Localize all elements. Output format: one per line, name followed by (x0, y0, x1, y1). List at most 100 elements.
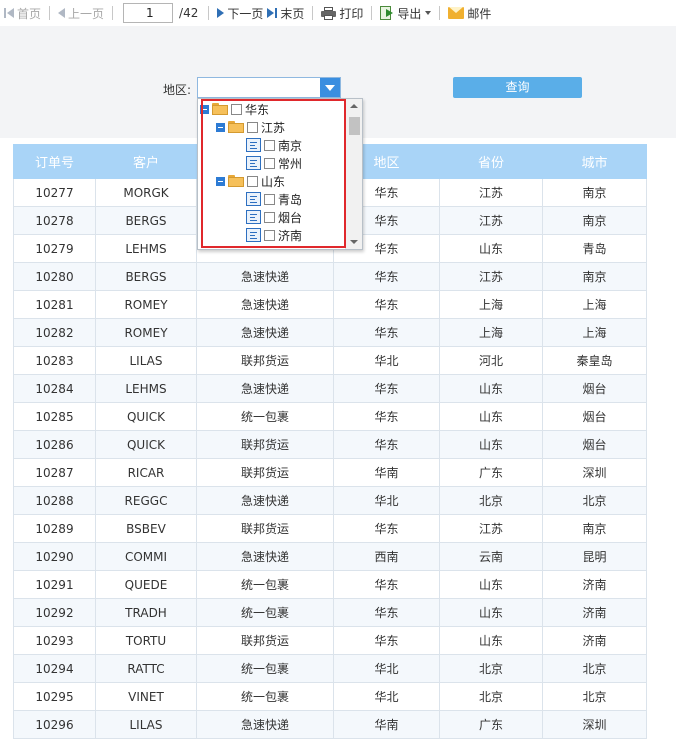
cell-province: 山东 (439, 626, 543, 655)
print-label: 打印 (339, 6, 364, 21)
cell-province: 山东 (439, 374, 543, 403)
cell-province: 广东 (439, 710, 543, 739)
cell-customer: LEHMS (95, 234, 197, 263)
tree-node[interactable]: 青岛 (246, 190, 302, 208)
node-checkbox[interactable] (264, 157, 275, 169)
region-dropdown-button[interactable] (320, 78, 340, 97)
scrollbar-thumb[interactable] (349, 117, 360, 135)
export-button[interactable]: 导出 (378, 2, 433, 24)
cell-order-id: 10278 (13, 206, 96, 235)
first-page-icon (4, 8, 14, 18)
collapse-icon[interactable] (216, 176, 225, 186)
scroll-down-icon[interactable] (350, 240, 358, 244)
cell-province: 江苏 (439, 262, 543, 291)
cell-city: 秦皇岛 (542, 346, 647, 375)
cell-customer: BERGS (95, 262, 197, 291)
tree-node[interactable]: 烟台 (246, 208, 302, 226)
cell-region: 华东 (333, 290, 440, 319)
print-button[interactable]: 打印 (319, 2, 365, 24)
table-row: 10293 TORTU 联邦货运 华东 山东 济南 (13, 626, 647, 655)
tree-scrollbar[interactable] (345, 99, 362, 249)
cell-city: 青岛 (542, 234, 647, 263)
node-checkbox[interactable] (264, 229, 275, 241)
cell-region: 华南 (333, 458, 440, 487)
tree-node[interactable]: 常州 (246, 154, 302, 172)
cell-shipper: 急速快递 (196, 318, 334, 347)
table-row: 10284 LEHMS 急速快递 华东 山东 烟台 (13, 374, 647, 403)
tree-node-label: 江苏 (261, 120, 286, 135)
node-checkbox[interactable] (231, 103, 242, 115)
cell-city: 烟台 (542, 402, 647, 431)
toolbar-divider (49, 6, 51, 20)
column-header-province: 省份 (439, 144, 543, 179)
cell-shipper: 联邦货运 (196, 514, 334, 543)
mail-button[interactable]: 邮件 (446, 2, 493, 24)
node-checkbox[interactable] (264, 193, 275, 205)
toolbar-divider (371, 6, 373, 20)
cell-region: 华北 (333, 682, 440, 711)
tree-node[interactable]: 济南 (246, 226, 302, 244)
cell-province: 河北 (439, 346, 543, 375)
cell-city: 济南 (542, 570, 647, 599)
last-page-label: 末页 (280, 6, 305, 21)
cell-city: 南京 (542, 514, 647, 543)
cell-shipper: 联邦货运 (196, 458, 334, 487)
tree-node[interactable]: 山东 (216, 172, 285, 190)
region-combobox[interactable] (197, 77, 341, 98)
tree-node-label: 华东 (245, 102, 270, 117)
table-row: 10286 QUICK 联邦货运 华东 山东 烟台 (13, 430, 647, 459)
node-checkbox[interactable] (247, 175, 258, 187)
cell-order-id: 10295 (13, 682, 96, 711)
last-page-button[interactable]: 末页 (265, 2, 306, 24)
cell-order-id: 10286 (13, 430, 96, 459)
table-row: 10282 ROMEY 急速快递 华东 上海 上海 (13, 318, 647, 347)
leaf-node-icon (246, 228, 261, 242)
cell-customer: VINET (95, 682, 197, 711)
table-row: 10291 QUEDE 统一包裹 华东 山东 济南 (13, 570, 647, 599)
cell-order-id: 10294 (13, 654, 96, 683)
cell-province: 北京 (439, 486, 543, 515)
cell-shipper: 统一包裹 (196, 570, 334, 599)
cell-city: 北京 (542, 486, 647, 515)
page-number-input[interactable] (123, 3, 174, 23)
cell-shipper: 统一包裹 (196, 654, 334, 683)
node-checkbox[interactable] (264, 211, 275, 223)
next-page-button[interactable]: 下一页 (215, 2, 265, 24)
cell-city: 北京 (542, 682, 647, 711)
collapse-icon[interactable] (216, 122, 225, 132)
first-page-button[interactable]: 首页 (2, 2, 43, 24)
cell-order-id: 10288 (13, 486, 96, 515)
scroll-up-icon[interactable] (350, 104, 358, 108)
node-checkbox[interactable] (247, 121, 258, 133)
cell-shipper: 急速快递 (196, 262, 334, 291)
tree-node[interactable]: 华东 (200, 100, 269, 118)
tree-node[interactable]: 江苏 (216, 118, 285, 136)
cell-province: 广东 (439, 458, 543, 487)
toolbar-divider (312, 6, 314, 20)
tree-node-label: 南京 (278, 138, 303, 153)
tree-node[interactable]: 南京 (246, 136, 302, 154)
cell-customer: BERGS (95, 206, 197, 235)
cell-province: 北京 (439, 654, 543, 683)
collapse-icon[interactable] (200, 104, 209, 114)
toolbar-divider (439, 6, 441, 20)
cell-region: 华东 (333, 570, 440, 599)
cell-customer: RATTC (95, 654, 197, 683)
cell-region: 华东 (333, 318, 440, 347)
cell-customer: ROMEY (95, 318, 197, 347)
column-header-city: 城市 (542, 144, 647, 179)
cell-customer: LILAS (95, 346, 197, 375)
cell-region: 华北 (333, 486, 440, 515)
leaf-node-icon (246, 192, 261, 206)
prev-page-button[interactable]: 上一页 (56, 2, 106, 24)
prev-page-label: 上一页 (68, 6, 105, 21)
cell-province: 江苏 (439, 514, 543, 543)
cell-customer: RICAR (95, 458, 197, 487)
cell-region: 华东 (333, 262, 440, 291)
cell-region: 华东 (333, 402, 440, 431)
cell-city: 济南 (542, 626, 647, 655)
node-checkbox[interactable] (264, 139, 275, 151)
query-button[interactable]: 查询 (453, 77, 582, 98)
cell-region: 华东 (333, 430, 440, 459)
tree-node-label: 常州 (278, 156, 303, 171)
